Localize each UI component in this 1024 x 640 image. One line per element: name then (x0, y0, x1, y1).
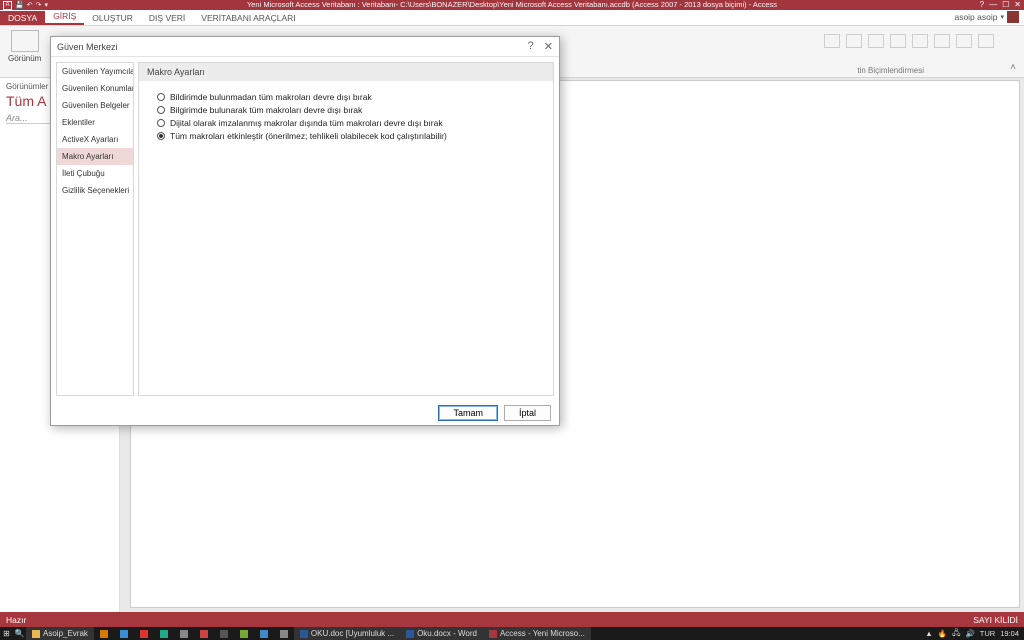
radio-icon[interactable] (157, 93, 165, 101)
cancel-button[interactable]: İptal (504, 405, 551, 421)
tray-icon[interactable]: ▲ (925, 629, 932, 638)
taskbar-word-2[interactable]: Oku.docx - Word (400, 627, 483, 640)
dialog-help-icon[interactable]: ? (528, 40, 534, 53)
taskbar-app-4[interactable] (154, 627, 174, 640)
tray-lang[interactable]: TUR (980, 629, 995, 638)
status-left: Hazır (6, 615, 26, 625)
section-header: Makro Ayarları (139, 63, 553, 81)
taskbar-app-7[interactable] (214, 627, 234, 640)
ribbon-group-label: tin Biçimlendirmesi (857, 66, 924, 75)
dialog-footer: Tamam İptal (51, 401, 559, 425)
taskbar-app-1[interactable] (94, 627, 114, 640)
word-icon (406, 630, 414, 638)
avatar (1007, 11, 1019, 23)
option-disable-no-notify[interactable]: Bildirimde bulunmadan tüm makroları devr… (157, 92, 535, 102)
help-icon[interactable]: ? (980, 0, 984, 10)
taskbar-app-10[interactable] (274, 627, 294, 640)
nav-addins[interactable]: Eklentiler (57, 114, 133, 131)
nav-message-bar[interactable]: İleti Çubuğu (57, 165, 133, 182)
nav-macro-settings[interactable]: Makro Ayarları (57, 148, 133, 165)
option-disable-with-notify[interactable]: Bilgirimde bulunarak tüm makroları devre… (157, 105, 535, 115)
account-name: asoip asoip (954, 12, 997, 22)
taskbar-search-icon[interactable]: 🔍 (13, 627, 26, 640)
macro-options: Bildirimde bulunmadan tüm makroları devr… (139, 81, 553, 152)
tab-create[interactable]: OLUŞTUR (84, 11, 141, 25)
option-disable-except-signed[interactable]: Dijital olarak imzalanmış makrolar dışın… (157, 118, 535, 128)
access-icon (489, 630, 497, 638)
taskbar-word-1[interactable]: OKU.doc [Uyumluluk ... (294, 627, 400, 640)
nav-privacy[interactable]: Gizlilik Seçenekleri (57, 182, 133, 199)
ribbon-tabs: DOSYA GİRİŞ OLUŞTUR DIŞ VERİ VERİTABANI … (0, 10, 1024, 26)
nav-trusted-documents[interactable]: Güvenilen Belgeler (57, 97, 133, 114)
taskbar-app-9[interactable] (254, 627, 274, 640)
ribbon-collapse-icon[interactable]: ˄ (1010, 62, 1016, 73)
dialog-title-bar[interactable]: Güven Merkezi ? ✕ (51, 37, 559, 57)
window-title: Yeni Microsoft Access Veritabanı : Verit… (0, 0, 1024, 10)
restore-icon[interactable]: ☐ (1002, 0, 1009, 10)
taskbar-word2-label: Oku.docx - Word (417, 629, 477, 638)
ok-button[interactable]: Tamam (438, 405, 498, 421)
option-label: Bildirimde bulunmadan tüm makroları devr… (170, 92, 372, 102)
start-button[interactable]: ⊞ (0, 627, 13, 640)
taskbar-word1-label: OKU.doc [Uyumluluk ... (311, 629, 394, 638)
tab-home[interactable]: GİRİŞ (45, 9, 84, 25)
radio-icon[interactable] (157, 119, 165, 127)
dialog-nav: Güvenilen Yayımcılar Güvenilen Konumlar … (56, 62, 134, 396)
account-menu[interactable]: asoip asoip ▾ (949, 9, 1024, 25)
tab-file[interactable]: DOSYA (0, 11, 45, 25)
view-label: Görünüm (8, 54, 41, 63)
tab-dbtools[interactable]: VERİTABANI ARAÇLARI (193, 11, 303, 25)
tray-time[interactable]: 19:04 (1000, 629, 1019, 638)
close-icon[interactable]: ✕ (1014, 0, 1021, 10)
radio-icon[interactable] (157, 106, 165, 114)
taskbar-app-6[interactable] (194, 627, 214, 640)
status-bar: Hazır SAYI KİLİDİ (0, 612, 1024, 627)
taskbar-app-3[interactable] (134, 627, 154, 640)
status-right: SAYI KİLİDİ (973, 615, 1018, 625)
taskbar-app-8[interactable] (234, 627, 254, 640)
taskbar: ⊞ 🔍 Asoip_Evrak OKU.doc [Uyumluluk ... O… (0, 627, 1024, 640)
option-label: Tüm makroları etkinleştir (önerilmez; te… (170, 131, 447, 141)
system-tray[interactable]: ▲ 🔥 🖧 🔊 TUR 19:04 (920, 627, 1024, 640)
taskbar-app-5[interactable] (174, 627, 194, 640)
nav-trusted-publishers[interactable]: Güvenilen Yayımcılar (57, 63, 133, 80)
word-icon (300, 630, 308, 638)
tab-external[interactable]: DIŞ VERİ (141, 11, 193, 25)
minimize-icon[interactable]: — (989, 0, 997, 10)
tray-icon[interactable]: 🔊 (965, 629, 974, 638)
taskbar-app-2[interactable] (114, 627, 134, 640)
window-title-bar: A 💾 ↶ ↷ ▾ Yeni Microsoft Access Veritaba… (0, 0, 1024, 10)
folder-icon (32, 630, 40, 638)
nav-activex[interactable]: ActiveX Ayarları (57, 131, 133, 148)
tray-icon[interactable]: 🖧 (952, 627, 960, 640)
option-label: Dijital olarak imzalanmış makrolar dışın… (170, 118, 443, 128)
radio-icon[interactable] (157, 132, 165, 140)
dialog-close-icon[interactable]: ✕ (544, 40, 553, 53)
dialog-title: Güven Merkezi (57, 42, 118, 52)
taskbar-folder-label: Asoip_Evrak (43, 629, 88, 638)
nav-trusted-locations[interactable]: Güvenilen Konumlar (57, 80, 133, 97)
view-icon (11, 30, 39, 52)
taskbar-access[interactable]: Access - Yeni Microso... (483, 627, 591, 640)
tray-icon[interactable]: 🔥 (938, 629, 947, 638)
option-enable-all[interactable]: Tüm makroları etkinleştir (önerilmez; te… (157, 131, 535, 141)
taskbar-explorer[interactable]: Asoip_Evrak (26, 627, 94, 640)
ribbon-inactive-controls (824, 34, 994, 48)
trust-center-dialog: Güven Merkezi ? ✕ Güvenilen Yayımcılar G… (50, 36, 560, 426)
dialog-content: Makro Ayarları Bildirimde bulunmadan tüm… (138, 62, 554, 396)
view-button[interactable]: Görünüm (8, 30, 41, 63)
option-label: Bilgirimde bulunarak tüm makroları devre… (170, 105, 362, 115)
taskbar-access-label: Access - Yeni Microso... (500, 629, 585, 638)
